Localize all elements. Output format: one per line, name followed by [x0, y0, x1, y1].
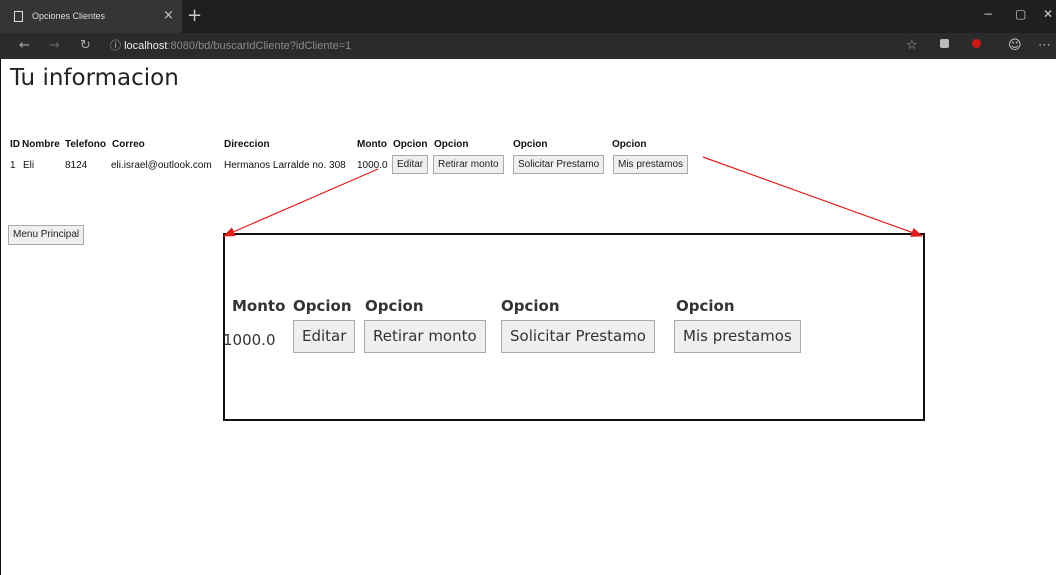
- zoom-monto-value: 1000.0: [223, 331, 276, 349]
- zoom-header-opcion-1: Opcion: [293, 297, 352, 315]
- header-id: ID: [10, 139, 20, 150]
- page-icon: [14, 11, 23, 22]
- header-telefono: Telefono: [65, 139, 106, 150]
- address-bar[interactable]: ⓘ localhost:8080/bd/buscarIdCliente?idCl…: [110, 37, 900, 55]
- zoom-header-opcion-4: Opcion: [676, 297, 735, 315]
- browser-titlebar: Opciones Clientes × + − ▢ ✕: [0, 0, 1056, 33]
- window-close-icon[interactable]: ✕: [1043, 7, 1053, 21]
- header-nombre: Nombre: [22, 139, 60, 150]
- favorite-star-icon[interactable]: ☆: [906, 38, 918, 53]
- more-menu-icon[interactable]: ⋯: [1038, 38, 1051, 53]
- zoom-header-opcion-2: Opcion: [365, 297, 424, 315]
- cell-id: 1: [10, 160, 16, 171]
- browser-navbar: ← → ↻ ⓘ localhost:8080/bd/buscarIdClient…: [0, 33, 1056, 59]
- info-icon: ⓘ: [110, 40, 121, 52]
- browser-tab[interactable]: Opciones Clientes ×: [0, 0, 182, 33]
- zoom-retirar-monto-button[interactable]: Retirar monto: [364, 320, 486, 353]
- extension-icon[interactable]: [940, 39, 949, 48]
- menu-principal-button[interactable]: Menu Principal: [8, 225, 85, 245]
- header-correo: Correo: [112, 139, 145, 150]
- header-opcion-4: Opcion: [612, 139, 647, 150]
- refresh-icon[interactable]: ↻: [80, 38, 91, 53]
- zoom-editar-button[interactable]: Editar: [293, 320, 356, 353]
- new-tab-button[interactable]: +: [187, 5, 202, 26]
- close-icon[interactable]: ×: [163, 8, 174, 23]
- zoom-header-monto: Monto: [232, 297, 286, 315]
- page-title: Tu informacion: [10, 65, 179, 91]
- cell-telefono: 8124: [65, 160, 88, 171]
- extension-shield-icon[interactable]: [972, 39, 981, 48]
- zoom-header-opcion-3: Opcion: [501, 297, 560, 315]
- cell-correo: eli.israel@outlook.com: [111, 160, 212, 171]
- profile-icon[interactable]: ☺: [1008, 38, 1022, 53]
- cell-nombre: Eli: [23, 160, 35, 171]
- zoom-inset: Monto Opcion Opcion Opcion Opcion 1000.0…: [223, 233, 925, 421]
- retirar-monto-button[interactable]: Retirar monto: [433, 155, 504, 174]
- header-opcion-3: Opcion: [513, 139, 548, 150]
- header-opcion-2: Opcion: [434, 139, 469, 150]
- zoom-mis-prestamos-button[interactable]: Mis prestamos: [674, 320, 801, 353]
- forward-icon[interactable]: →: [49, 38, 60, 53]
- header-opcion-1: Opcion: [393, 139, 428, 150]
- header-monto: Monto: [357, 139, 387, 150]
- maximize-icon[interactable]: ▢: [1015, 7, 1026, 21]
- cell-direccion: Hermanos Larralde no. 308: [224, 160, 346, 171]
- zoom-solicitar-prestamo-button[interactable]: Solicitar Prestamo: [501, 320, 655, 353]
- minimize-icon[interactable]: −: [983, 7, 993, 21]
- cell-monto: 1000.0: [357, 160, 388, 171]
- header-direccion: Direccion: [224, 139, 270, 150]
- url-host: localhost: [124, 40, 168, 52]
- back-icon[interactable]: ←: [19, 38, 30, 53]
- solicitar-prestamo-button[interactable]: Solicitar Prestamo: [513, 155, 605, 174]
- url-path: :8080/bd/buscarIdCliente?idCliente=1: [167, 40, 352, 52]
- tab-title: Opciones Clientes: [32, 11, 106, 21]
- editar-button[interactable]: Editar: [392, 155, 429, 174]
- mis-prestamos-button[interactable]: Mis prestamos: [613, 155, 689, 174]
- page-content: Tu informacion ID Nombre Telefono Correo…: [0, 59, 1056, 575]
